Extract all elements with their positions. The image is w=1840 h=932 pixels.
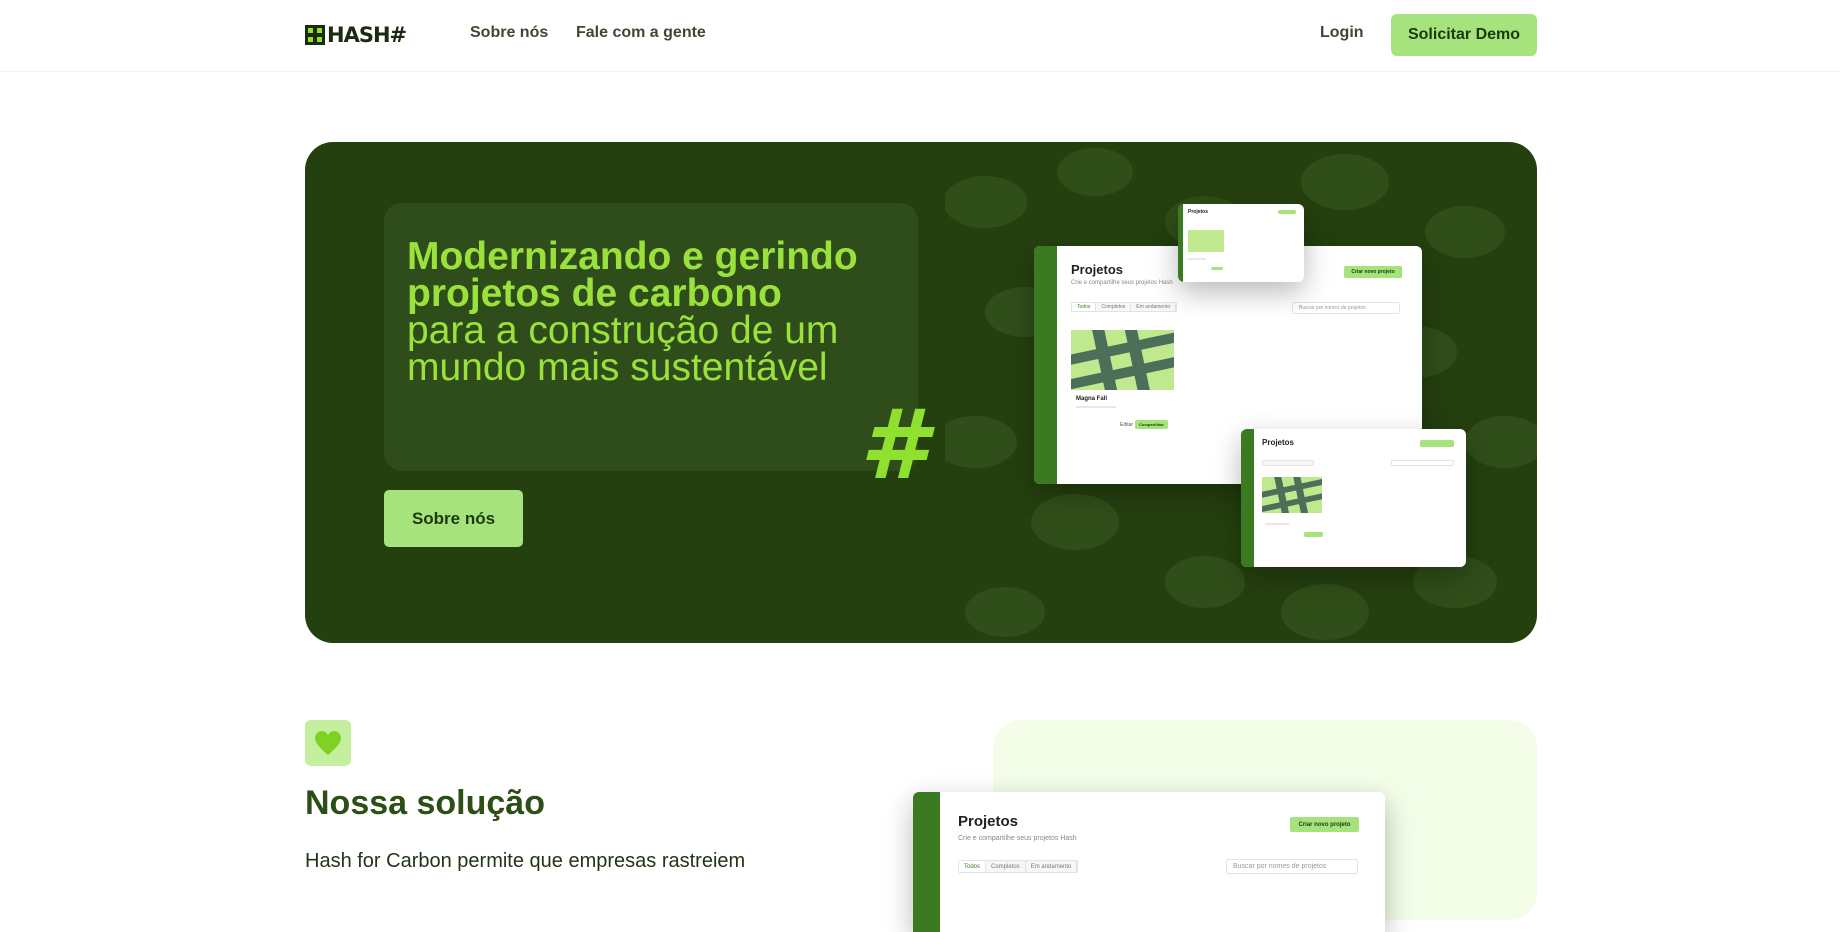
hero-title-bold: Modernizando e gerindo projetos de carbo… (407, 235, 858, 315)
nav-link-sobre-nos[interactable]: Sobre nós (470, 24, 548, 42)
app-preview-title: Projetos (1071, 262, 1124, 277)
hash-pattern-icon (1071, 330, 1174, 390)
app-preview-small-bottom: Projetos (1241, 429, 1466, 567)
app-preview-sidebar (1034, 246, 1057, 484)
solicitar-demo-button[interactable]: Solicitar Demo (1391, 14, 1537, 56)
app-preview-card-name: Magna Fall (1076, 396, 1108, 402)
sobre-nos-button[interactable]: Sobre nós (384, 490, 523, 547)
app-preview-sidebar (1241, 429, 1254, 567)
app-preview-card-line (1265, 523, 1289, 525)
app-preview-search: Buscar por nomes de projetos (1292, 302, 1400, 314)
hash-pattern-icon (1262, 477, 1322, 513)
app-preview-title: Projetos (958, 813, 1019, 830)
app-preview-card-share (1211, 267, 1223, 270)
app-preview-card-line (1076, 406, 1116, 408)
app-preview-search (1391, 460, 1454, 466)
app-preview-sidebar (913, 792, 940, 932)
app-preview-create-button: Criar novo projeto (1290, 817, 1359, 832)
app-preview-card-image (1262, 477, 1322, 513)
app-preview-card-line (1188, 258, 1206, 260)
app-preview-tab: Completos (986, 861, 1026, 872)
hash-glyph-icon: # (860, 389, 927, 501)
hero-title: Modernizando e gerindo projetos de carbo… (407, 235, 907, 389)
app-preview-title: Projetos (1188, 209, 1209, 215)
app-preview-small-top: Projetos (1178, 204, 1304, 282)
app-preview-tab: Em andamento (1131, 303, 1177, 311)
app-preview-tab: Em andamento (1026, 861, 1078, 872)
app-preview-card-image (1071, 330, 1174, 390)
app-preview-tab: Todos (959, 861, 987, 872)
heart-icon (315, 731, 341, 755)
app-preview-subtitle: Crie e compartilhe seus projetos Hash (958, 835, 1077, 842)
app-preview-card-image (1188, 230, 1224, 252)
app-preview-card-edit: Editar (1120, 422, 1134, 428)
app-preview-subtitle: Crie e compartilhe seus projetos Hash (1071, 280, 1173, 286)
top-nav: HASH# Sobre nós Fale com a gente Login S… (0, 0, 1840, 72)
app-preview-tab: Completos (1096, 303, 1132, 311)
hero-banner: Modernizando e gerindo projetos de carbo… (305, 142, 1537, 643)
solution-title: Nossa solução (305, 784, 545, 822)
logo[interactable]: HASH# (305, 23, 407, 47)
app-preview-sidebar (1178, 204, 1183, 282)
app-preview-create-button (1278, 210, 1296, 214)
solution-app-preview: Projetos Crie e compartilhe seus projeto… (913, 792, 1385, 932)
nav-link-fale-com-a-gente[interactable]: Fale com a gente (576, 24, 706, 42)
app-preview-create-button: Criar novo projeto (1344, 266, 1402, 278)
heart-badge (305, 720, 351, 766)
app-preview-card-share: Compartilhar (1135, 420, 1168, 429)
app-preview-search: Buscar por nomes de projetos (1226, 859, 1358, 874)
app-preview-tabs: Todos Completos Em andamento (958, 860, 1079, 873)
app-preview-card-share (1304, 532, 1323, 537)
logo-text: HASH# (327, 23, 407, 47)
solution-text: Hash for Carbon permite que empresas ras… (305, 850, 746, 872)
logo-mark-icon (305, 25, 325, 45)
app-preview-tab: Todos (1072, 303, 1097, 311)
hero-title-light: para a construção de um mundo mais suste… (407, 309, 839, 389)
app-preview-title: Projetos (1262, 438, 1295, 447)
login-link[interactable]: Login (1320, 24, 1364, 42)
app-preview-tabs (1262, 460, 1314, 466)
app-preview-create-button (1420, 440, 1454, 447)
app-preview-tabs: Todos Completos Em andamento (1071, 302, 1178, 312)
